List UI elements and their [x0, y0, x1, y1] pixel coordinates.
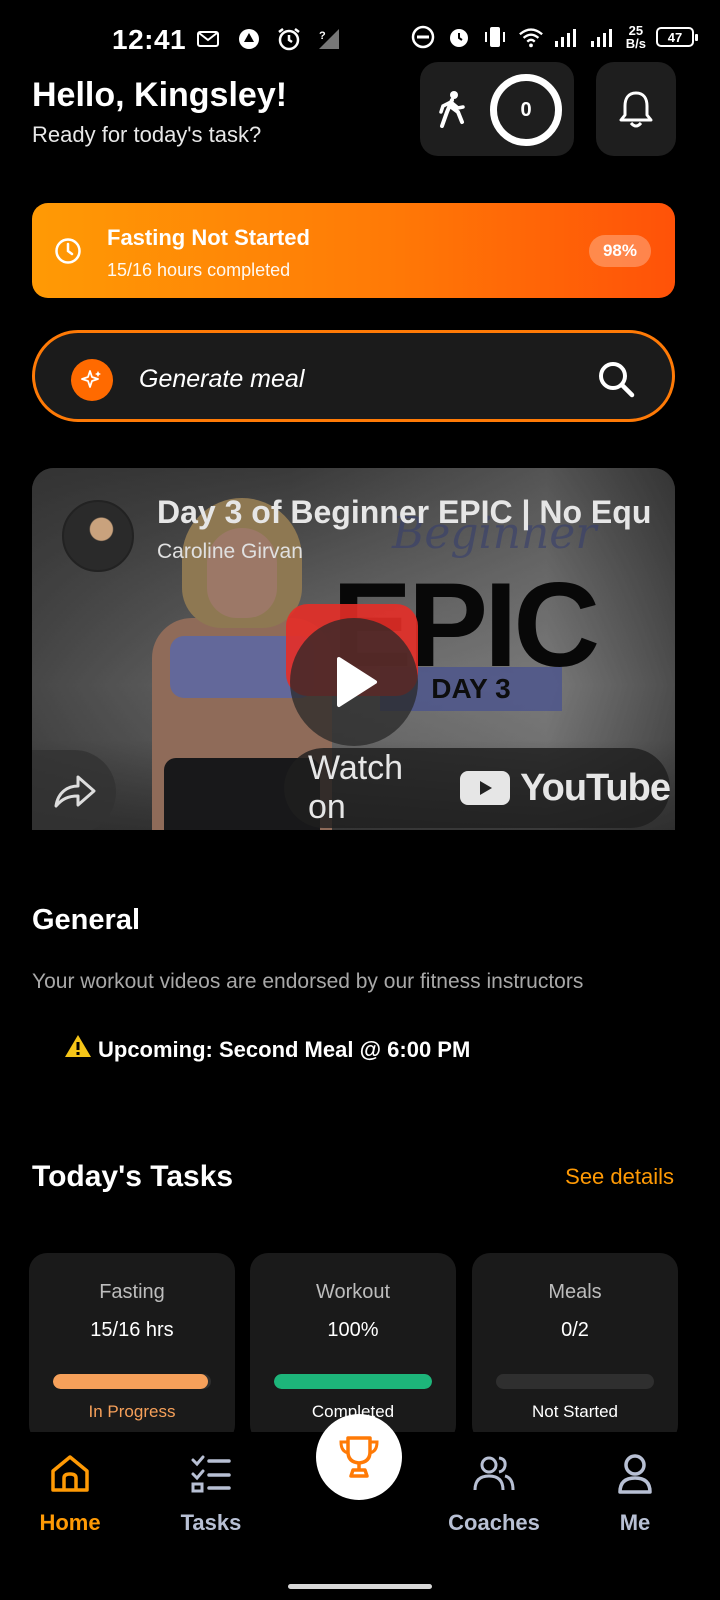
- nav-label: Me: [619, 1510, 651, 1535]
- task-card-fasting[interactable]: Fasting 15/16 hrs In Progress: [29, 1253, 235, 1443]
- general-section-title: General: [32, 904, 140, 936]
- todays-tasks-title: Today's Tasks: [32, 1160, 234, 1193]
- app-notification-icon: [236, 26, 262, 52]
- video-channel-name[interactable]: Caroline Girvan: [157, 540, 303, 564]
- task-progress-fill: [53, 1374, 208, 1389]
- sparkle-icon: [71, 359, 113, 401]
- alarm-icon: [276, 26, 302, 52]
- nav-me[interactable]: Me: [580, 1452, 690, 1536]
- task-value: 15/16 hrs: [90, 1319, 174, 1341]
- nav-coaches[interactable]: Coaches: [439, 1452, 549, 1536]
- nav-label: Coaches: [448, 1510, 540, 1535]
- task-progress-track: [274, 1374, 432, 1389]
- task-value: 0/2: [561, 1319, 589, 1341]
- coaches-icon: [473, 1456, 515, 1491]
- upcoming-meal-notice: Upcoming: Second Meal @ 6:00 PM: [64, 1033, 470, 1066]
- nav-label: Tasks: [180, 1510, 242, 1535]
- alarm-active-icon: [446, 24, 472, 50]
- youtube-wordmark: YouTube: [520, 766, 671, 809]
- fasting-hours-completed: 15/16 hours completed: [107, 260, 291, 280]
- share-arrow-icon: [54, 775, 96, 808]
- fasting-percent-badge: 98%: [588, 235, 651, 267]
- task-value: 100%: [327, 1319, 379, 1341]
- home-icon: [51, 1455, 89, 1492]
- svg-text:?: ?: [319, 30, 326, 42]
- task-card-meals[interactable]: Meals 0/2 Not Started: [472, 1253, 678, 1443]
- status-time: 12:41: [112, 24, 187, 55]
- step-count-ring[interactable]: 0: [490, 74, 562, 146]
- generate-meal-button[interactable]: Generate meal: [32, 330, 675, 422]
- task-name: Meals: [548, 1281, 602, 1303]
- tasks-icon: [191, 1455, 231, 1493]
- gesture-home-indicator[interactable]: [288, 1584, 432, 1589]
- general-description: Your workout videos are endorsed by our …: [32, 970, 584, 993]
- warning-icon: [64, 1033, 92, 1066]
- wifi-icon: [518, 24, 544, 50]
- trophy-icon: [339, 1436, 379, 1478]
- play-icon: [337, 657, 377, 707]
- watch-on-youtube-button[interactable]: Watch on YouTube: [284, 748, 671, 828]
- see-details-link[interactable]: See details: [565, 1164, 674, 1190]
- nav-tasks[interactable]: Tasks: [156, 1452, 266, 1536]
- nav-home[interactable]: Home: [15, 1452, 125, 1536]
- task-progress-track: [496, 1374, 654, 1389]
- clock-icon: [55, 238, 81, 264]
- play-button[interactable]: [290, 618, 418, 746]
- task-progress-track: [53, 1374, 211, 1389]
- workout-video-embed[interactable]: Beginner EPIC DAY 3 Day 3 of Beginner EP…: [32, 468, 675, 830]
- status-right-icons: 25 B/s 47: [410, 23, 698, 51]
- video-title[interactable]: Day 3 of Beginner EPIC | No Equ: [157, 494, 657, 531]
- battery-indicator: 47: [656, 27, 698, 47]
- task-status: In Progress: [88, 1402, 176, 1421]
- channel-avatar[interactable]: [62, 500, 134, 572]
- vibrate-icon: [482, 24, 508, 50]
- do-not-disturb-icon: [410, 24, 436, 50]
- signal-sim2-icon: [590, 24, 616, 50]
- watch-on-label: Watch on: [308, 749, 404, 826]
- task-progress-fill: [274, 1374, 432, 1389]
- generate-meal-label: Generate meal: [139, 365, 305, 393]
- task-name: Workout: [315, 1281, 391, 1303]
- fasting-status-banner[interactable]: Fasting Not Started 15/16 hours complete…: [32, 203, 675, 298]
- signal-sim1-icon: [554, 24, 580, 50]
- upcoming-meal-text: Upcoming: Second Meal @ 6:00 PM: [98, 1036, 471, 1062]
- nav-challenges[interactable]: [316, 1414, 402, 1500]
- notifications-button[interactable]: [596, 62, 676, 156]
- greeting-subtitle: Ready for today's task?: [32, 122, 262, 147]
- nav-label: Home: [39, 1510, 101, 1535]
- greeting-title: Hello, Kingsley!: [32, 76, 288, 114]
- status-left-icons: ?: [196, 26, 342, 52]
- youtube-play-icon: [460, 771, 511, 805]
- task-name: Fasting: [99, 1281, 165, 1303]
- network-speed: 25 B/s: [625, 23, 646, 51]
- bell-icon: [619, 91, 653, 128]
- task-status: Not Started: [532, 1402, 618, 1421]
- search-icon[interactable]: [596, 359, 636, 399]
- profile-icon: [618, 1454, 652, 1494]
- fasting-status-title: Fasting Not Started: [107, 225, 310, 250]
- mail-notification-icon: [196, 26, 222, 52]
- bottom-navigation: Home Tasks Coaches Me: [0, 1414, 720, 1600]
- walking-icon: [439, 91, 465, 128]
- share-button[interactable]: [32, 750, 116, 830]
- signal-no-service-icon: ?: [316, 26, 342, 52]
